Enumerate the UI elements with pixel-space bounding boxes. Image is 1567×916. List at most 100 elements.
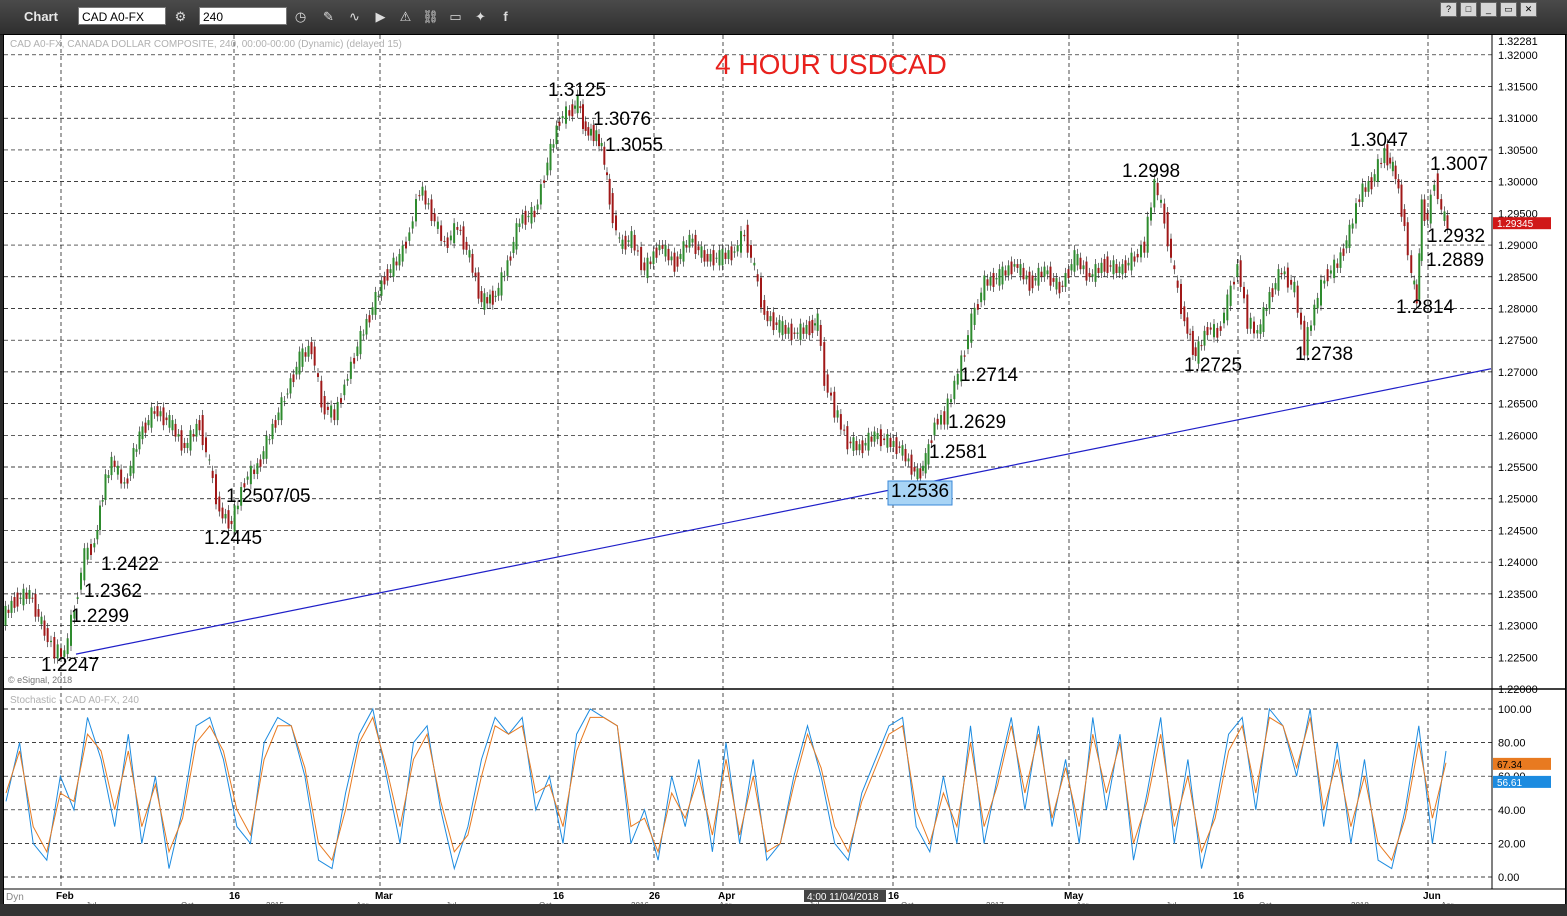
stoch-d-value: 56.61 (1497, 778, 1522, 789)
candle-body (802, 327, 805, 334)
price-annotation: 1.3076 (593, 109, 651, 130)
candle-body (579, 106, 582, 109)
candle-body (756, 274, 759, 282)
candle-body (1170, 238, 1172, 258)
candle-body (1290, 279, 1293, 285)
candle-body (371, 307, 374, 315)
candle-body (509, 256, 512, 261)
candle-body (913, 467, 916, 472)
candle-body (793, 332, 796, 334)
play-icon[interactable]: ▶ (372, 8, 389, 25)
candle-body (418, 195, 421, 197)
candle-body (1082, 265, 1085, 270)
candle-body (483, 293, 486, 310)
candle-body (1213, 324, 1215, 338)
price-annotation: 1.2536 (891, 481, 949, 502)
candle-body (101, 500, 104, 502)
candle-body (688, 234, 691, 248)
settings-icon[interactable]: ⚙ (172, 8, 189, 25)
candle-body (283, 401, 286, 403)
candle-body (1268, 292, 1271, 310)
candle-body (1166, 212, 1169, 247)
candle-body (265, 435, 268, 459)
candle-body (636, 250, 639, 252)
candle-body (1259, 324, 1262, 334)
candle-body (1256, 330, 1259, 334)
candle-body (459, 229, 462, 231)
candle-body (924, 453, 927, 474)
y-tick-label: 1.32000 (1498, 50, 1538, 62)
candle-body (670, 256, 673, 261)
clock-icon[interactable]: ◷ (292, 8, 309, 25)
alert-icon[interactable]: ⚠ (397, 8, 414, 25)
facebook-icon[interactable]: f (497, 8, 514, 25)
candle-body (1037, 267, 1040, 286)
candle-body (280, 397, 283, 421)
candle-body (377, 295, 380, 297)
y-tick-label: 1.27500 (1498, 335, 1538, 347)
candle-body (664, 245, 667, 257)
twitter-icon[interactable]: ✦ (472, 8, 489, 25)
price-annotation: 1.2714 (960, 365, 1019, 386)
candle-body (571, 104, 574, 117)
candle-body (16, 592, 19, 607)
candle-body (552, 144, 555, 148)
candle-body (867, 432, 870, 451)
candle-body (627, 240, 630, 242)
candle-body (833, 391, 836, 418)
candle-body (1112, 260, 1115, 275)
chart-svg[interactable]: 1.320001.315001.310001.305001.300001.295… (4, 35, 1565, 905)
candle-body (750, 245, 752, 258)
candle-body (147, 420, 150, 426)
copyright-label: © eSignal, 2018 (8, 675, 72, 685)
candle-body (443, 240, 446, 242)
app-title: Chart (24, 9, 58, 24)
candle-body (1200, 345, 1203, 347)
candle-body (721, 248, 724, 266)
candle-body (1286, 267, 1289, 288)
candle-body (1389, 157, 1392, 164)
candle-body (256, 463, 259, 475)
chart-title: 4 HOUR USDCAD (715, 49, 947, 80)
candle-body (218, 496, 221, 512)
pencil-icon[interactable]: ✎ (320, 8, 337, 25)
candle-body (110, 456, 113, 476)
candle-body (775, 322, 778, 325)
candle-body (126, 478, 129, 484)
candle-body (611, 193, 614, 224)
candle-body (1323, 280, 1326, 284)
candle-body (356, 346, 359, 357)
candle-body (1262, 307, 1265, 332)
candle-body (615, 215, 617, 231)
line-study-icon[interactable]: ∿ (346, 8, 363, 25)
interval-input[interactable]: 240 (199, 7, 287, 25)
help-button[interactable]: ? (1440, 2, 1457, 17)
candle-body (1173, 265, 1176, 270)
stoch-tick-label: 0.00 (1498, 872, 1519, 884)
maximize-button[interactable]: ▭ (1500, 2, 1517, 17)
chart-panel[interactable]: 1.32000 1.31500 1.31000 1.30500 1.30000 1.295… (3, 34, 1566, 906)
candle-body (1028, 271, 1031, 291)
candle-body (506, 260, 509, 276)
candle-body (424, 190, 427, 205)
minimize-button[interactable]: _ (1480, 2, 1497, 17)
candle-body (174, 423, 177, 437)
close-button[interactable]: ✕ (1520, 2, 1537, 17)
candle-body (836, 410, 839, 418)
candle-body (950, 399, 952, 403)
candle-body (1433, 184, 1436, 191)
candle-body (922, 465, 924, 471)
candle-body (633, 234, 636, 251)
top-price-label: 1.32281 (1498, 36, 1538, 48)
candle-body (1440, 199, 1443, 210)
comment-icon[interactable]: ▭ (447, 8, 464, 25)
link-icon[interactable]: ⛓ (422, 8, 439, 25)
y-tick-label: 1.23000 (1498, 621, 1538, 633)
restore-small-button[interactable]: □ (1460, 2, 1477, 17)
trend-line (75, 368, 1492, 655)
candle-body (673, 252, 676, 272)
symbol-input[interactable]: CAD A0-FX (78, 7, 166, 25)
candle-body (1046, 270, 1049, 275)
candle-body (76, 597, 79, 599)
candle-body (304, 352, 307, 357)
